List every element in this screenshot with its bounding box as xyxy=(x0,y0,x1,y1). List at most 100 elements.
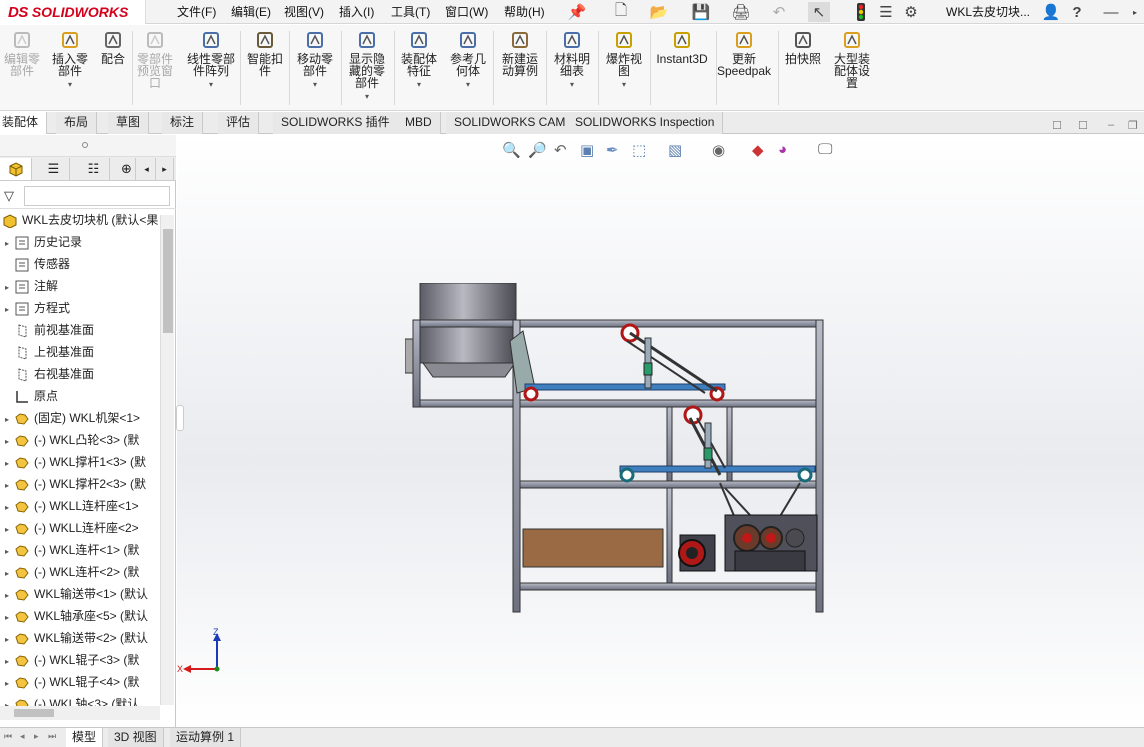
tab-sketch[interactable]: 草图 xyxy=(108,112,150,134)
tree-item[interactable]: ▸ (-) WKL辊子<3> (默 xyxy=(0,650,160,670)
pin-icon[interactable]: 📌 xyxy=(566,2,588,22)
tab-evaluate[interactable]: 评估 xyxy=(218,112,260,134)
expand-arrow-icon[interactable]: ▸ xyxy=(0,278,14,296)
tree-item[interactable]: ▸ (-) WKL连杆<1> (默 xyxy=(0,540,160,560)
tab-markup[interactable]: 标注 xyxy=(162,112,204,134)
open-folder-icon[interactable]: 📂 xyxy=(648,2,670,22)
edit-component-button[interactable]: 编辑零 部件 xyxy=(0,29,44,77)
rebuild-traffic-light-icon[interactable] xyxy=(850,2,872,22)
tab-property-manager[interactable]: ☰ xyxy=(38,158,70,180)
reference-geometry-button[interactable]: 参考几 何体 ▾ xyxy=(444,29,492,91)
linear-component-pattern-button[interactable]: 线性零部 件阵列 ▾ xyxy=(182,29,240,91)
expand-arrow-icon[interactable]: ▸ xyxy=(0,410,14,428)
expand-arrow-icon[interactable]: ▸ xyxy=(0,630,14,648)
filter-funnel-icon[interactable]: ▽ xyxy=(4,188,14,204)
menu-tools[interactable]: 工具(T) xyxy=(391,3,430,20)
tab-feature-manager[interactable] xyxy=(0,158,32,180)
tree-item[interactable]: ▸ 历史记录 xyxy=(0,232,160,252)
tree-item[interactable]: 前视基准面 xyxy=(0,320,160,340)
assembly-features-button[interactable]: 装配体 特征 ▾ xyxy=(395,29,443,91)
viewport-restore-icon[interactable]: ❐ xyxy=(1128,119,1138,132)
hide-show-items-icon[interactable]: ◉ xyxy=(712,141,725,159)
view-orientation-icon[interactable]: ⬚ xyxy=(632,141,646,159)
print-icon[interactable]: 🖨 xyxy=(730,2,752,22)
expand-arrow-icon[interactable]: ▸ xyxy=(0,674,14,692)
frame-bottom-beam[interactable] xyxy=(512,582,824,591)
graphics-area[interactable]: 🔍 🔎 ↶ ▣ ✒ ⬚ ▧ ◉ ◆ ◕ 🖵 Z X xyxy=(177,135,1144,727)
tree-item[interactable]: 右视基准面 xyxy=(0,364,160,384)
frame-middle-beam[interactable] xyxy=(412,399,824,408)
expand-arrow-icon[interactable]: ▸ xyxy=(0,454,14,472)
tab-assembly[interactable]: 装配体 xyxy=(0,112,48,134)
help-question-icon[interactable]: ? xyxy=(1066,2,1088,22)
dropdown-arrow-icon[interactable]: ▾ xyxy=(395,79,443,91)
view-settings-monitor-icon[interactable]: 🖵 xyxy=(818,141,832,158)
expand-arrow-icon[interactable]: ▸ xyxy=(0,234,14,252)
expand-arrow-icon[interactable]: ▸ xyxy=(0,300,14,318)
bottom-nav-prev-icon[interactable]: ◂ xyxy=(20,731,25,742)
tree-item[interactable]: ▸ (-) WKL辊子<4> (默 xyxy=(0,672,160,692)
dropdown-arrow-icon[interactable]: ▾ xyxy=(182,79,240,91)
dropdown-arrow-icon[interactable]: ▾ xyxy=(549,79,595,91)
tree-vertical-scrollbar[interactable] xyxy=(160,215,174,705)
dropdown-arrow-icon[interactable]: ▾ xyxy=(291,79,339,91)
apply-scene-icon[interactable]: ◕ xyxy=(778,141,787,158)
show-hidden-components-button[interactable]: 显示隐 藏的零 部件 ▾ xyxy=(342,29,392,103)
update-speedpak-button[interactable]: 更新 Speedpak xyxy=(716,29,772,77)
file-properties-icon[interactable]: ☰ xyxy=(875,2,897,22)
component-preview-window-button[interactable]: 零部件 预览窗 口 xyxy=(131,29,179,89)
display-style-icon[interactable]: ▧ xyxy=(668,141,682,159)
assembly-model[interactable] xyxy=(405,283,835,615)
panel-splitter-handle[interactable] xyxy=(176,405,184,431)
tree-item[interactable]: ▸ (-) WKL凸轮<3> (默 xyxy=(0,430,160,450)
tab-solidworks-addins[interactable]: SOLIDWORKS 插件 xyxy=(273,112,399,134)
panel-handle-icon[interactable] xyxy=(82,142,88,148)
save-icon[interactable]: 💾 xyxy=(690,2,712,22)
bottom-nav-next-icon[interactable]: ▸ xyxy=(34,731,39,742)
tree-horizontal-scrollbar[interactable] xyxy=(0,706,160,720)
tree-item[interactable]: ▸ 方程式 xyxy=(0,298,160,318)
tree-item[interactable]: ▸ (固定) WKL机架<1> xyxy=(0,408,160,428)
select-cursor-icon[interactable]: ↖ xyxy=(808,2,830,22)
zoom-to-area-icon[interactable]: 🔎 xyxy=(528,141,547,159)
menu-edit[interactable]: 编辑(E) xyxy=(231,3,271,20)
insert-components-button[interactable]: 插入零 部件 ▾ xyxy=(48,29,92,91)
section-view-icon[interactable]: ▣ xyxy=(580,141,594,159)
new-document-icon[interactable]: 🗋 xyxy=(610,2,632,22)
tree-item[interactable]: ▸ (-) WKL撑杆2<3> (默 xyxy=(0,474,160,494)
tree-item[interactable]: 原点 xyxy=(0,386,160,406)
bottom-nav-last-icon[interactable]: ⏭ xyxy=(48,731,56,742)
collapse-arrow-icon[interactable]: ▸ xyxy=(1124,2,1144,22)
tab-configuration-manager[interactable]: ☷ xyxy=(78,158,110,180)
viewport-tile-right-icon[interactable]: ☐ xyxy=(1078,119,1088,132)
expand-arrow-icon[interactable]: ▸ xyxy=(0,498,14,516)
smart-fasteners-button[interactable]: 智能扣 件 xyxy=(243,29,287,77)
menu-window[interactable]: 窗口(W) xyxy=(445,3,488,20)
expand-arrow-icon[interactable]: ▸ xyxy=(0,542,14,560)
bill-of-materials-button[interactable]: 材料明 细表 ▾ xyxy=(549,29,595,91)
vertical-scroll-thumb[interactable] xyxy=(163,229,173,333)
take-snapshot-button[interactable]: 拍快照 xyxy=(781,29,825,65)
undo-icon[interactable]: ↶ xyxy=(768,2,790,22)
dropdown-arrow-icon[interactable]: ▾ xyxy=(444,79,492,91)
viewport-tile-left-icon[interactable]: ☐ xyxy=(1052,119,1062,132)
bottom-nav-first-icon[interactable]: ⏮ xyxy=(4,731,12,742)
tree-item[interactable]: ▸ (-) WKL撑杆1<3> (默 xyxy=(0,452,160,472)
menu-help[interactable]: 帮助(H) xyxy=(504,3,545,20)
expand-arrow-icon[interactable]: ▸ xyxy=(0,476,14,494)
previous-view-icon[interactable]: ↶ xyxy=(554,141,567,159)
solidworks-logo[interactable]: DS SOLIDWORKS xyxy=(0,0,146,24)
zoom-to-fit-icon[interactable]: 🔍 xyxy=(502,141,521,159)
dropdown-arrow-icon[interactable]: ▾ xyxy=(601,79,647,91)
large-assembly-settings-button[interactable]: 大型装 配体设 置 xyxy=(828,29,876,89)
tree-item[interactable]: 传感器 xyxy=(0,254,160,274)
mate-button[interactable]: 配合 xyxy=(95,29,131,65)
tab-motion-study-1[interactable]: 运动算例 1 xyxy=(170,728,242,747)
frame-lower-beam[interactable] xyxy=(512,480,824,489)
collection-box[interactable] xyxy=(522,528,664,568)
tree-item[interactable]: ▸ (-) WKLL连杆座<1> xyxy=(0,496,160,516)
menu-view[interactable]: 视图(V) xyxy=(284,3,324,20)
menu-file[interactable]: 文件(F) xyxy=(177,3,216,20)
dropdown-arrow-icon[interactable]: ▾ xyxy=(48,79,92,91)
expand-arrow-icon[interactable]: ▸ xyxy=(0,432,14,450)
